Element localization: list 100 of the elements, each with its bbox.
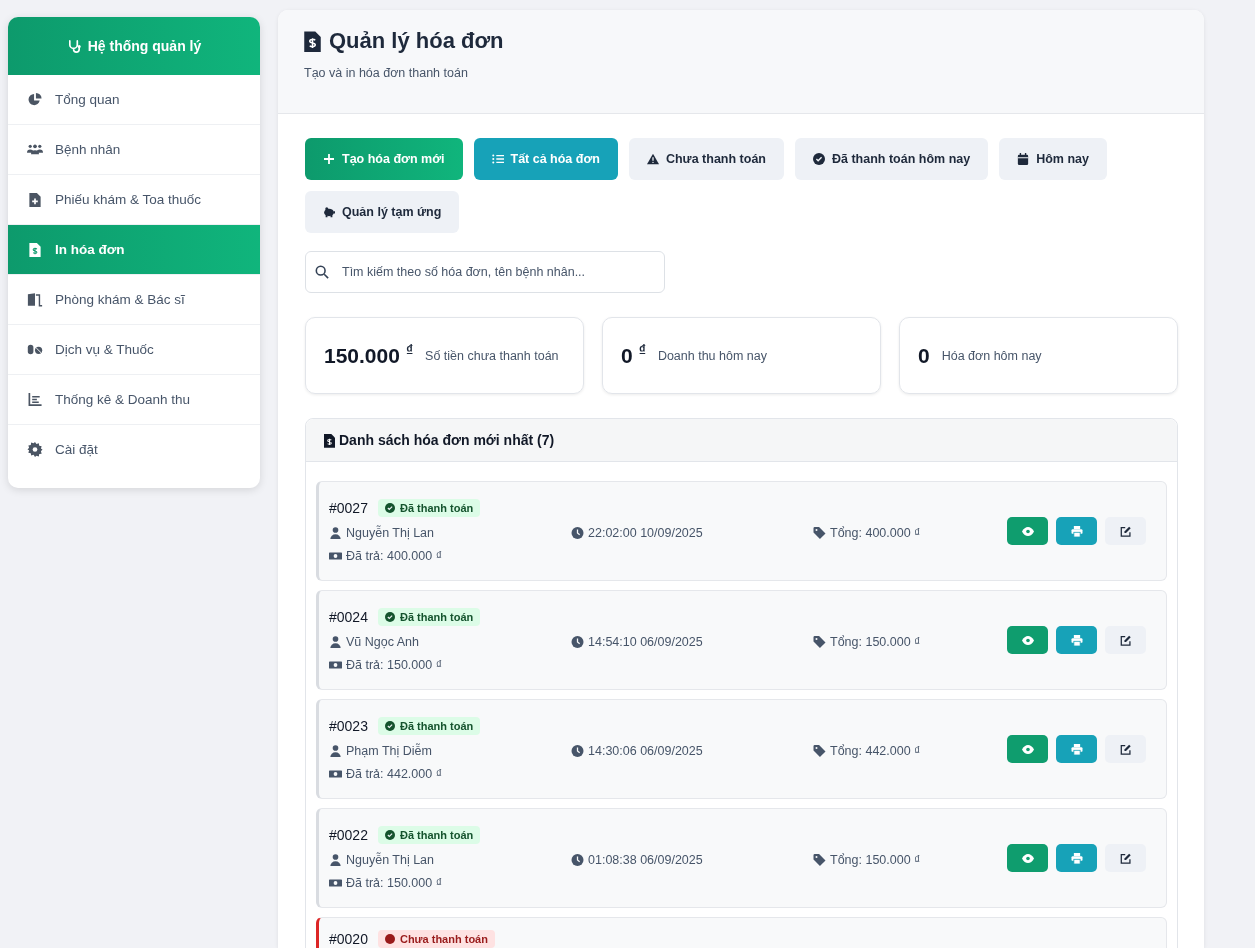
status-badge: Đã thanh toán (377, 499, 481, 517)
invoice-total: Tổng: 400.000 ₫ (830, 526, 921, 540)
invoice-time: 22:02:00 10/09/2025 (588, 526, 703, 540)
printer-icon (1070, 852, 1083, 864)
search-field[interactable]: Tìm kiếm theo số hóa đơn, tên bệnh nhân... (305, 251, 665, 293)
edit-icon (1119, 743, 1132, 755)
clock-icon (571, 527, 584, 539)
clock-icon (571, 636, 584, 648)
sidebar-item[interactable]: Bệnh nhân (8, 125, 260, 175)
sidebar-item[interactable]: Dịch vụ & Thuốc (8, 325, 260, 375)
eye-icon (1021, 634, 1034, 646)
edit-icon (1119, 852, 1132, 864)
bar-chart-icon (27, 392, 43, 407)
print-button[interactable] (1056, 626, 1097, 654)
stat-value: 0 (918, 343, 930, 368)
printer-icon (1070, 743, 1083, 755)
clock-icon (571, 854, 584, 866)
tag-icon (813, 745, 826, 757)
eye-icon (1021, 743, 1034, 755)
invoice-number: #0020 (329, 931, 368, 947)
list-title: Danh sách hóa đơn mới nhất (7) (339, 432, 555, 448)
printer-icon (1070, 634, 1083, 646)
invoice-icon (324, 432, 335, 448)
check-circle-icon (813, 153, 825, 165)
medical-file-icon (27, 192, 43, 207)
print-button[interactable] (1056, 844, 1097, 872)
edit-icon (1119, 634, 1132, 646)
eye-icon (1021, 852, 1034, 864)
pills-icon (27, 342, 43, 357)
edit-button[interactable] (1105, 517, 1146, 545)
view-button[interactable] (1007, 844, 1048, 872)
patient-name: Phạm Thị Diễm (346, 744, 432, 758)
status-badge: Chưa thanh toán (377, 930, 495, 948)
invoice-total: Tổng: 150.000 ₫ (830, 853, 921, 867)
print-button[interactable] (1056, 517, 1097, 545)
view-button[interactable] (1007, 626, 1048, 654)
check-circle-icon (384, 830, 395, 840)
app-title: Hệ thống quản lý (87, 38, 202, 54)
check-circle-icon (384, 612, 395, 622)
pie-chart-icon (27, 92, 43, 107)
users-icon (27, 142, 43, 157)
user-icon (329, 854, 342, 866)
plus-icon (323, 153, 335, 165)
tag-icon (813, 636, 826, 648)
stat-label: Doanh thu hôm nay (657, 348, 767, 363)
banknote-icon (329, 659, 342, 671)
calendar-icon (1017, 153, 1030, 165)
tag-icon (813, 854, 826, 866)
stat-label: Hóa đơn hôm nay (941, 348, 1042, 363)
dot-icon (384, 934, 395, 944)
view-button[interactable] (1007, 517, 1048, 545)
piggy-bank-icon (323, 206, 335, 218)
invoice-total: Tổng: 442.000 ₫ (830, 744, 921, 758)
paid-amount: Đã trả: 150.000 ₫ (346, 876, 443, 890)
invoice-time: 14:30:06 06/09/2025 (588, 744, 703, 758)
print-button[interactable] (1056, 735, 1097, 763)
sidebar-item[interactable]: Phòng khám & Bác sĩ (8, 275, 260, 325)
edit-icon (1119, 525, 1132, 537)
edit-button[interactable] (1105, 735, 1146, 763)
user-icon (329, 636, 342, 648)
list-icon (491, 153, 504, 165)
status-badge: Đã thanh toán (377, 608, 481, 626)
sidebar-item[interactable]: Cài đặt (8, 425, 260, 474)
status-badge: Đã thanh toán (377, 717, 481, 735)
currency-symbol: ₫ (638, 341, 646, 358)
tag-icon (813, 527, 826, 539)
settings-icon (27, 442, 43, 457)
clock-icon (571, 745, 584, 757)
invoice-number: #0023 (329, 718, 368, 734)
check-circle-icon (384, 721, 395, 731)
paid-amount: Đã trả: 400.000 ₫ (346, 549, 443, 563)
edit-button[interactable] (1105, 844, 1146, 872)
filter-button[interactable]: Chưa thanh toán (628, 138, 784, 180)
invoice-number: #0024 (329, 609, 368, 625)
invoice-icon (27, 242, 43, 257)
invoice-icon (304, 30, 321, 52)
invoice-time: 01:08:38 06/09/2025 (588, 853, 703, 867)
invoice-total: Tổng: 150.000 ₫ (830, 635, 921, 649)
banknote-icon (329, 877, 342, 889)
edit-button[interactable] (1105, 626, 1146, 654)
printer-icon (1070, 525, 1083, 537)
filter-button[interactable]: Đã thanh toán hôm nay (795, 138, 989, 180)
stat-value: 150.000 (324, 343, 400, 368)
banknote-icon (329, 768, 342, 780)
invoice-time: 14:54:10 06/09/2025 (588, 635, 703, 649)
eye-icon (1021, 525, 1034, 537)
invoice-number: #0022 (329, 827, 368, 843)
filter-button[interactable]: Quản lý tạm ứng (305, 191, 460, 233)
patient-name: Nguyễn Thị Lan (346, 853, 435, 867)
door-icon (27, 292, 43, 307)
user-icon (329, 527, 342, 539)
sidebar-item[interactable]: Tổng quan (8, 75, 260, 125)
stat-label: Số tiền chưa thanh toán (425, 348, 559, 363)
sidebar-item[interactable]: Thống kê & Doanh thu (8, 375, 260, 425)
banknote-icon (329, 550, 342, 562)
stat-value: 0 (621, 343, 633, 368)
filter-button[interactable]: Hôm nay (999, 138, 1107, 180)
view-button[interactable] (1007, 735, 1048, 763)
patient-name: Nguyễn Thị Lan (346, 526, 435, 540)
stethoscope-icon (66, 38, 82, 54)
